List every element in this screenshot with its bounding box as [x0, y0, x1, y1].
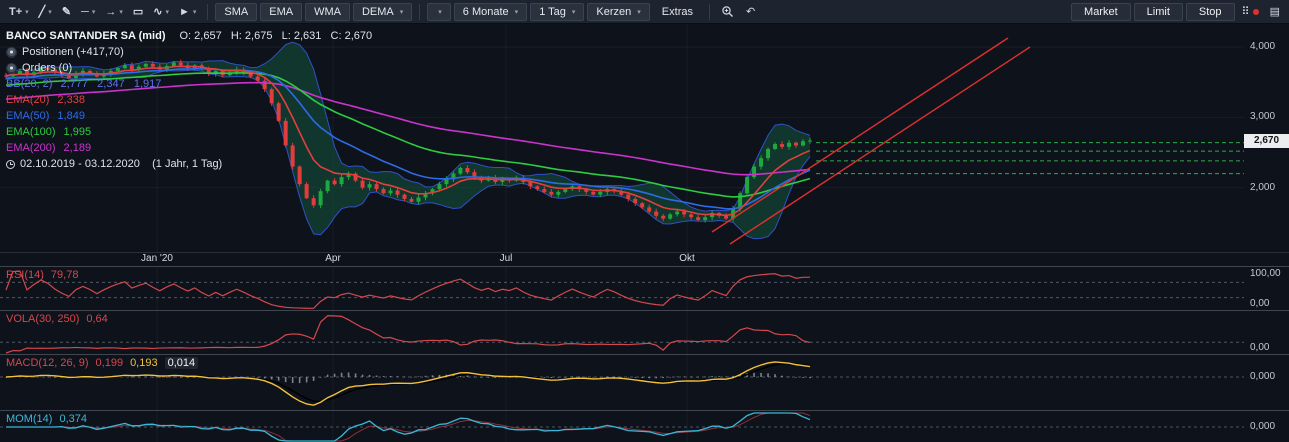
- undo-icon[interactable]: ↶: [742, 4, 759, 19]
- vola-value: 0,64: [86, 313, 107, 325]
- chevron-down-icon: ▾: [438, 8, 442, 16]
- chevron-down-icon: ▾: [400, 8, 404, 16]
- rsi-value: 79,78: [51, 269, 79, 281]
- time-axis-label: Jul: [500, 253, 513, 264]
- range-dropdown[interactable]: 6 Monate▾: [454, 3, 527, 21]
- toolbar-divider: [207, 4, 208, 20]
- mom-value: 0,374: [59, 413, 87, 425]
- rectangle-tool[interactable]: ▭: [129, 4, 147, 19]
- stop-order-button[interactable]: Stop: [1186, 3, 1235, 21]
- rsi-panel[interactable]: RSI(14) 79,78 100,00 0,00: [0, 266, 1289, 310]
- macd-value: 0,199: [96, 357, 124, 369]
- extras-button[interactable]: Extras: [653, 3, 702, 21]
- chevron-down-icon: ▾: [515, 8, 519, 16]
- chevron-down-icon: ▾: [572, 8, 576, 16]
- chevron-down-icon: ▾: [193, 8, 197, 16]
- time-axis[interactable]: Jan '20 Apr Jul Okt: [0, 252, 1289, 266]
- price-axis-label: 4,000: [1250, 41, 1275, 52]
- limit-order-button[interactable]: Limit: [1134, 3, 1183, 21]
- macd-signal-value: 0,193: [130, 357, 158, 369]
- chart-toolbar: T+▾ ╱▾ ✎ ─▾ →▾ ▭ ∿▾ ►▾ SMA EMA WMA DEMA▾…: [0, 0, 1289, 24]
- dema-button[interactable]: DEMA▾: [353, 3, 412, 21]
- indicator-legend-ema100[interactable]: EMA(100)1,995: [6, 124, 372, 140]
- mom-canvas[interactable]: [0, 411, 1244, 442]
- zoom-in-icon[interactable]: [717, 4, 739, 20]
- chevron-down-icon: ▾: [637, 8, 641, 16]
- clock-icon: [6, 160, 15, 169]
- date-range: 02.10.2019 - 03.12.2020 (1 Jahr, 1 Tag): [6, 156, 372, 172]
- toolbar-divider: [709, 4, 710, 20]
- macd-axis-zero: 0,000: [1250, 371, 1275, 382]
- mom-label[interactable]: MOM(14): [6, 413, 52, 425]
- drawing-tools: T+▾ ╱▾ ✎ ─▾ →▾ ▭ ∿▾ ►▾: [5, 4, 200, 19]
- wave-tool[interactable]: ∿▾: [149, 4, 173, 19]
- positions-row[interactable]: Positionen (+417,70): [6, 44, 372, 60]
- status-dot-icon: [1253, 9, 1259, 15]
- mom-panel[interactable]: MOM(14) 0,374 0,000: [0, 410, 1289, 442]
- indicator-legend-ema200[interactable]: EMA(200)2,189: [6, 140, 372, 156]
- chevron-down-icon: ▾: [48, 8, 52, 16]
- price-chart-panel[interactable]: BANCO SANTANDER SA (mid) O: 2,657 H: 2,67…: [0, 24, 1289, 252]
- vola-label[interactable]: VOLA(30, 250): [6, 313, 79, 325]
- time-axis-label: Apr: [325, 253, 341, 264]
- rsi-label[interactable]: RSI(14): [6, 269, 44, 281]
- symbol-title: BANCO SANTANDER SA (mid): [6, 30, 166, 42]
- indicator-legend-ema50[interactable]: EMA(50)1,849: [6, 108, 372, 124]
- market-order-button[interactable]: Market: [1071, 3, 1131, 21]
- orders-row[interactable]: Orders (0): [6, 60, 372, 76]
- macd-panel[interactable]: MACD(12, 26, 9) 0,199 0,193 0,014 0,000: [0, 354, 1289, 410]
- macd-label[interactable]: MACD(12, 26, 9): [6, 357, 89, 369]
- chevron-down-icon: ▾: [165, 8, 169, 16]
- price-axis-label: 2,000: [1250, 182, 1275, 193]
- trendline-tool[interactable]: ╱▾: [35, 4, 56, 19]
- indicator-legend-bb[interactable]: BB(20, 2)2,777 2,347 1,917: [6, 76, 372, 92]
- time-axis-label: Jan '20: [141, 253, 173, 264]
- chart-legend: BANCO SANTANDER SA (mid) O: 2,657 H: 2,67…: [6, 28, 372, 172]
- positions-label: Positionen (+417,70): [22, 46, 124, 58]
- pointer-tool[interactable]: ►▾: [175, 5, 200, 19]
- draw-tool[interactable]: ✎: [58, 4, 75, 19]
- vola-canvas[interactable]: [0, 311, 1244, 355]
- price-axis-label: 3,000: [1250, 111, 1275, 122]
- interval-dropdown[interactable]: 1 Tag▾: [530, 3, 584, 21]
- rsi-canvas[interactable]: [0, 267, 1244, 311]
- chevron-down-icon: ▾: [25, 8, 29, 16]
- ohlc-values: O: 2,657 H: 2,675 L: 2,631 C: 2,670: [180, 30, 373, 42]
- rsi-axis-bottom: 0,00: [1250, 298, 1269, 309]
- mom-axis-zero: 0,000: [1250, 421, 1275, 432]
- wma-button[interactable]: WMA: [305, 3, 350, 21]
- chart-type-dropdown[interactable]: Kerzen▾: [587, 3, 649, 21]
- horizontal-line-tool[interactable]: ─▾: [77, 5, 99, 19]
- arrow-tool[interactable]: →▾: [101, 5, 127, 19]
- add-indicator-dropdown[interactable]: ▾: [427, 3, 451, 21]
- trading-chart-app: T+▾ ╱▾ ✎ ─▾ →▾ ▭ ∿▾ ►▾ SMA EMA WMA DEMA▾…: [0, 0, 1289, 442]
- orders-icon: [6, 63, 17, 74]
- rsi-axis-top: 100,00: [1250, 268, 1281, 279]
- chevron-down-icon: ▾: [119, 8, 123, 16]
- vola-panel[interactable]: VOLA(30, 250) 0,64 0,00: [0, 310, 1289, 354]
- ema-button[interactable]: EMA: [260, 3, 302, 21]
- indicator-legend-ema20[interactable]: EMA(20)2,338: [6, 92, 372, 108]
- text-tool[interactable]: T+▾: [5, 5, 33, 19]
- chevron-down-icon: ▾: [92, 8, 96, 16]
- last-price-tag: 2,670: [1244, 134, 1289, 148]
- positions-icon: [6, 47, 17, 58]
- orders-label: Orders (0): [22, 62, 72, 74]
- macd-hist-value: 0,014: [165, 357, 199, 369]
- toolbar-divider: [419, 4, 420, 20]
- sma-button[interactable]: SMA: [215, 3, 257, 21]
- time-axis-label: Okt: [679, 253, 695, 264]
- quick-trade-icon[interactable]: ⠿: [1238, 4, 1263, 19]
- layout-icon[interactable]: ▤: [1266, 4, 1284, 19]
- vola-axis-bottom: 0,00: [1250, 342, 1269, 353]
